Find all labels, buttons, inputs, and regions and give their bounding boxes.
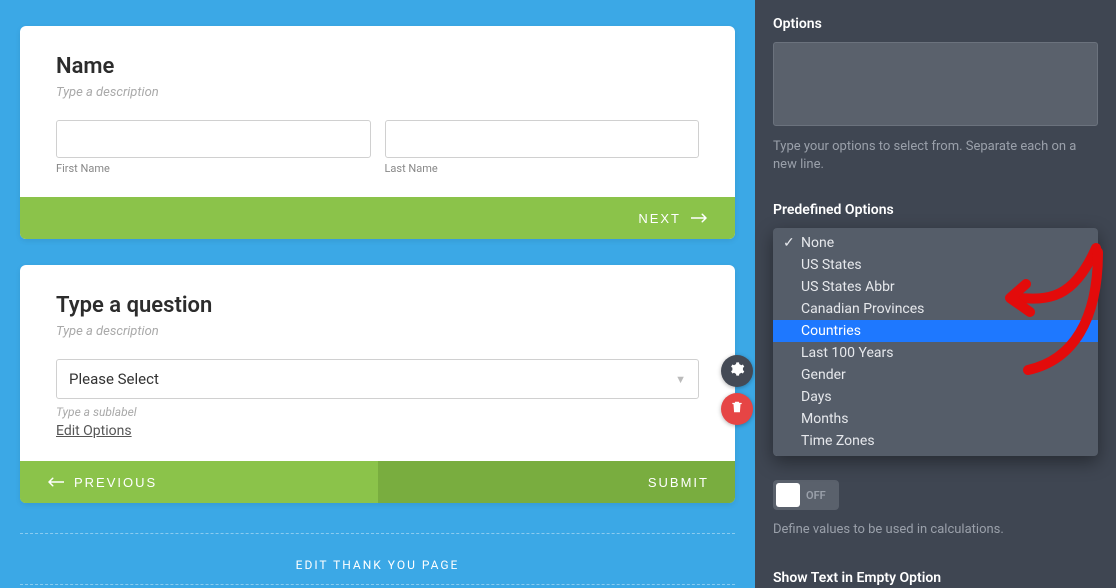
- sublabel-input[interactable]: Type a sublabel: [56, 405, 699, 419]
- calc-help: Define values to be used in calculations…: [773, 521, 1098, 539]
- edit-thank-you-link[interactable]: EDIT THANK YOU PAGE: [20, 533, 735, 585]
- last-name-sublabel: Last Name: [385, 162, 700, 175]
- gear-icon: [729, 361, 745, 381]
- field-card-name: Name Type a description First Name Last …: [20, 26, 735, 239]
- trash-icon: [730, 399, 744, 419]
- chevron-down-icon: ▼: [675, 373, 686, 386]
- last-name-input[interactable]: [385, 120, 700, 158]
- predefined-dropdown[interactable]: NoneUS StatesUS States AbbrCanadian Prov…: [773, 228, 1098, 456]
- predefined-option[interactable]: None: [773, 232, 1098, 254]
- properties-sidebar: Options Type your options to select from…: [755, 0, 1116, 588]
- empty-option-title: Show Text in Empty Option: [773, 570, 1098, 586]
- calc-toggle[interactable]: OFF: [773, 480, 839, 510]
- submit-label: SUBMIT: [648, 475, 709, 490]
- edit-options-link[interactable]: Edit Options: [56, 423, 132, 439]
- question-description[interactable]: Type a description: [56, 85, 699, 100]
- first-name-sublabel: First Name: [56, 162, 371, 175]
- field-actions: [721, 355, 753, 425]
- toggle-knob: [776, 483, 800, 507]
- next-label: NEXT: [638, 211, 681, 226]
- predefined-title: Predefined Options: [773, 202, 1098, 218]
- previous-label: PREVIOUS: [74, 475, 157, 490]
- next-button[interactable]: NEXT: [20, 197, 735, 239]
- submit-button[interactable]: SUBMIT: [378, 461, 736, 503]
- field-card-dropdown[interactable]: Type a question Type a description Pleas…: [20, 265, 735, 503]
- question-title[interactable]: Type a question: [56, 293, 699, 318]
- arrow-right-icon: [691, 211, 709, 226]
- settings-button[interactable]: [721, 355, 753, 387]
- toggle-label: OFF: [806, 489, 826, 502]
- dropdown-select[interactable]: Please Select ▼: [56, 359, 699, 399]
- predefined-section: Predefined Options Choose an option to b…: [773, 202, 1098, 585]
- predefined-option[interactable]: US States: [773, 254, 1098, 276]
- options-help: Type your options to select from. Separa…: [773, 138, 1098, 174]
- nav-bar: NEXT: [20, 197, 735, 239]
- select-placeholder: Please Select: [69, 370, 159, 388]
- predefined-option[interactable]: Time Zones: [773, 430, 1098, 452]
- delete-button[interactable]: [721, 393, 753, 425]
- arrow-left-icon: [46, 475, 64, 490]
- predefined-option[interactable]: Canadian Provinces: [773, 298, 1098, 320]
- predefined-option[interactable]: Gender: [773, 364, 1098, 386]
- options-textarea[interactable]: [773, 42, 1098, 126]
- form-canvas: Name Type a description First Name Last …: [0, 0, 755, 588]
- predefined-option[interactable]: US States Abbr: [773, 276, 1098, 298]
- predefined-option[interactable]: Months: [773, 408, 1098, 430]
- question-description[interactable]: Type a description: [56, 324, 699, 339]
- predefined-option[interactable]: Countries: [773, 320, 1098, 342]
- predefined-option[interactable]: Last 100 Years: [773, 342, 1098, 364]
- previous-button[interactable]: PREVIOUS: [20, 461, 378, 503]
- first-name-input[interactable]: [56, 120, 371, 158]
- predefined-option[interactable]: Days: [773, 386, 1098, 408]
- options-title: Options: [773, 16, 1098, 32]
- question-title[interactable]: Name: [56, 54, 699, 79]
- nav-bar: PREVIOUS SUBMIT: [20, 461, 735, 503]
